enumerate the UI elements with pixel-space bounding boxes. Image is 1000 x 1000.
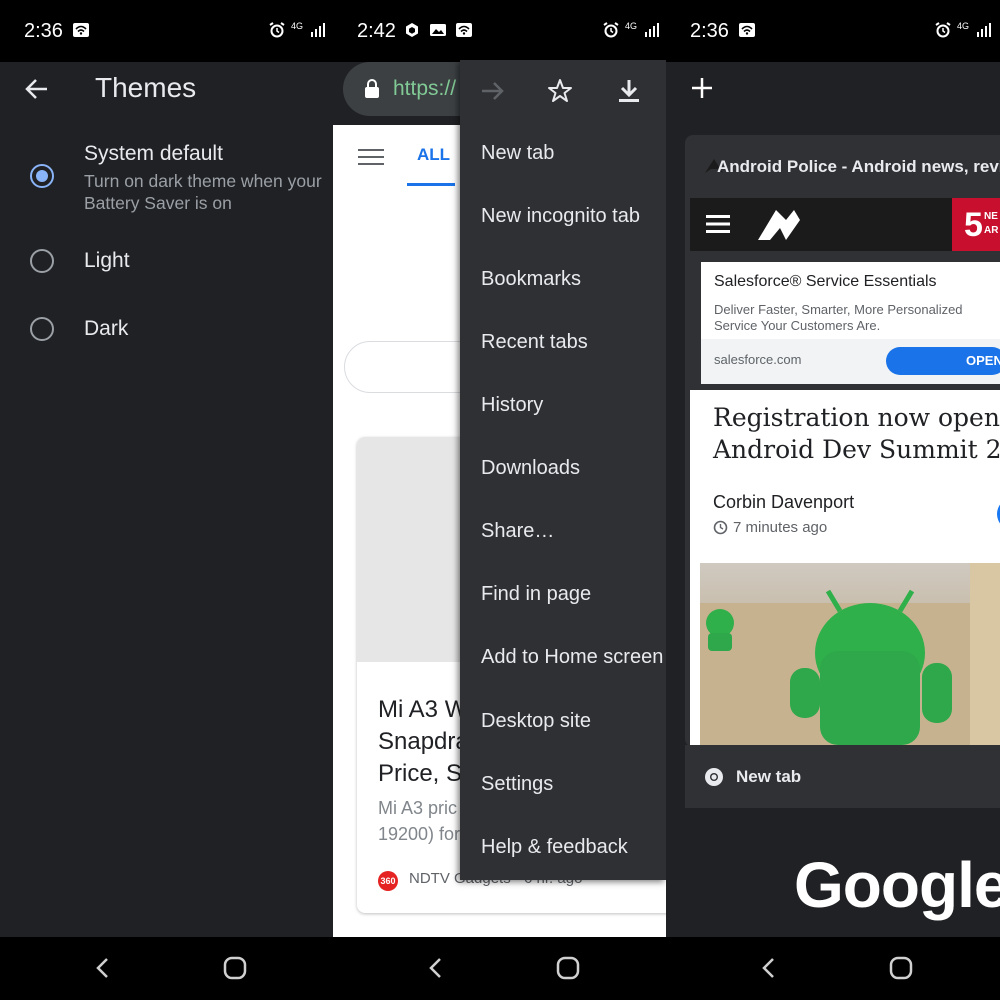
back-nav-icon[interactable] (760, 956, 776, 985)
option-description-line2: Battery Saver is on (84, 193, 232, 213)
status-time: 2:36 (690, 20, 729, 42)
menu-item-bookmarks[interactable]: Bookmarks (481, 268, 581, 291)
badge-number: 5 (964, 206, 983, 244)
new-tab-preview: Google (690, 808, 1000, 937)
ad-footer: salesforce.com OPEN (701, 339, 1000, 384)
article-image (700, 563, 1000, 745)
navigation-bar (0, 937, 1000, 1000)
article-title: Registration now open Android Dev Summit… (713, 402, 1000, 466)
menu-item-help-feedback[interactable]: Help & feedback (481, 836, 628, 859)
status-bar: 2:42 4G (333, 0, 666, 62)
option-label: Light (84, 249, 130, 272)
tab-all[interactable]: ALL (417, 145, 450, 165)
menu-action-row (460, 60, 666, 122)
menu-item-downloads[interactable]: Downloads (481, 457, 580, 480)
menu-item-desktop-site[interactable]: Desktop site (481, 710, 591, 733)
option-label: System default (84, 142, 223, 165)
ad-title: Salesforce® Service Essentials (714, 273, 937, 290)
article-time: 7 minutes ago (733, 519, 828, 536)
network-4g-label: 4G (625, 21, 638, 31)
clock-icon (713, 520, 728, 540)
radio-button[interactable] (30, 317, 54, 341)
bookmark-star-icon[interactable] (547, 78, 573, 109)
option-description-line1: Turn on dark theme when your (84, 171, 322, 191)
page-title: Themes (95, 72, 197, 103)
theme-option-dark[interactable]: Dark (0, 308, 333, 352)
network-4g-label: 4G (291, 21, 304, 31)
menu-item-share[interactable]: Share… (481, 520, 554, 543)
url-text[interactable]: https:// (393, 77, 456, 101)
status-bar: 2:36 4G (0, 0, 333, 62)
network-4g-label: 4G (957, 21, 970, 31)
home-nav-icon[interactable] (889, 956, 913, 985)
ad-open-button[interactable]: OPEN (886, 347, 1000, 375)
home-nav-icon[interactable] (223, 956, 247, 985)
overflow-menu: New tab New incognito tab Bookmarks Rece… (460, 60, 666, 880)
home-nav-icon[interactable] (556, 956, 580, 985)
lock-icon (364, 79, 380, 104)
menu-item-settings[interactable]: Settings (481, 773, 553, 796)
article-title-line1: Registration now open (713, 403, 1000, 432)
notification-badge: 5 NE AR (952, 198, 1000, 251)
signal-icon (644, 22, 662, 38)
theme-option-system-default[interactable]: System default Turn on dark theme when y… (0, 140, 333, 220)
signal-icon (976, 22, 994, 38)
android-figure-icon (700, 563, 1000, 745)
radio-button-selected[interactable] (30, 164, 54, 188)
tab-title: Android Police - Android news, revi (717, 157, 1000, 176)
radio-button[interactable] (30, 249, 54, 273)
article-title-line2: Android Dev Summit 20 (713, 435, 1000, 464)
chrome-menu-panel: 2:42 4G https:// ALL Mi A3 W Snapdra Pri… (333, 0, 666, 937)
status-time: 2:36 (24, 20, 63, 42)
article-preview: Registration now open Android Dev Summit… (690, 390, 1000, 745)
article-author: Corbin Davenport (713, 492, 855, 512)
tab-indicator (407, 183, 455, 186)
theme-option-light[interactable]: Light (0, 240, 333, 284)
badge-text: NE AR (984, 211, 998, 236)
themes-settings-panel: 2:36 4G Themes System default Turn on da… (0, 0, 333, 937)
menu-item-add-to-home-screen[interactable]: Add to Home screen (481, 646, 663, 669)
chrome-icon (704, 767, 724, 792)
tab-title: New tab (736, 767, 802, 786)
option-description: Turn on dark theme when your Battery Sav… (84, 170, 333, 214)
back-nav-icon[interactable] (94, 956, 110, 985)
menu-item-history[interactable]: History (481, 394, 543, 417)
signal-icon (310, 22, 328, 38)
image-notification-icon (429, 22, 447, 38)
wifi-icon (72, 22, 90, 38)
ad-description: Deliver Faster, Smarter, More Personaliz… (714, 302, 963, 333)
menu-item-find-in-page[interactable]: Find in page (481, 583, 591, 606)
alarm-icon (602, 22, 620, 38)
ad-banner[interactable]: Salesforce® Service Essentials Deliver F… (701, 262, 1000, 384)
forward-arrow-icon[interactable] (480, 79, 506, 108)
menu-item-new-tab[interactable]: New tab (481, 142, 554, 165)
alarm-icon (934, 22, 952, 38)
back-arrow-icon[interactable] (24, 76, 50, 107)
menu-item-new-incognito-tab[interactable]: New incognito tab (481, 205, 640, 228)
app-notification-icon (404, 22, 422, 38)
tab-card-new-tab[interactable]: New tab (685, 745, 1000, 808)
alarm-icon (268, 22, 286, 38)
tab-switcher-panel: 2:36 4G Android Police - Android news, r… (666, 0, 1000, 937)
hamburger-menu-icon[interactable] (358, 148, 384, 171)
option-label: Dark (84, 317, 129, 340)
status-bar: 2:36 4G (666, 0, 1000, 62)
android-police-logo-icon (756, 206, 802, 249)
wifi-icon (455, 22, 473, 38)
status-time: 2:42 (357, 20, 396, 42)
ad-url: salesforce.com (714, 352, 802, 367)
google-logo: Google (794, 849, 1000, 921)
menu-item-recent-tabs[interactable]: Recent tabs (481, 331, 588, 354)
new-tab-plus-icon[interactable] (690, 76, 714, 105)
download-icon[interactable] (617, 78, 641, 109)
wifi-icon (738, 22, 756, 38)
site-hamburger-icon (706, 214, 730, 239)
back-nav-icon[interactable] (427, 956, 443, 985)
source-logo: 360 (378, 871, 398, 891)
